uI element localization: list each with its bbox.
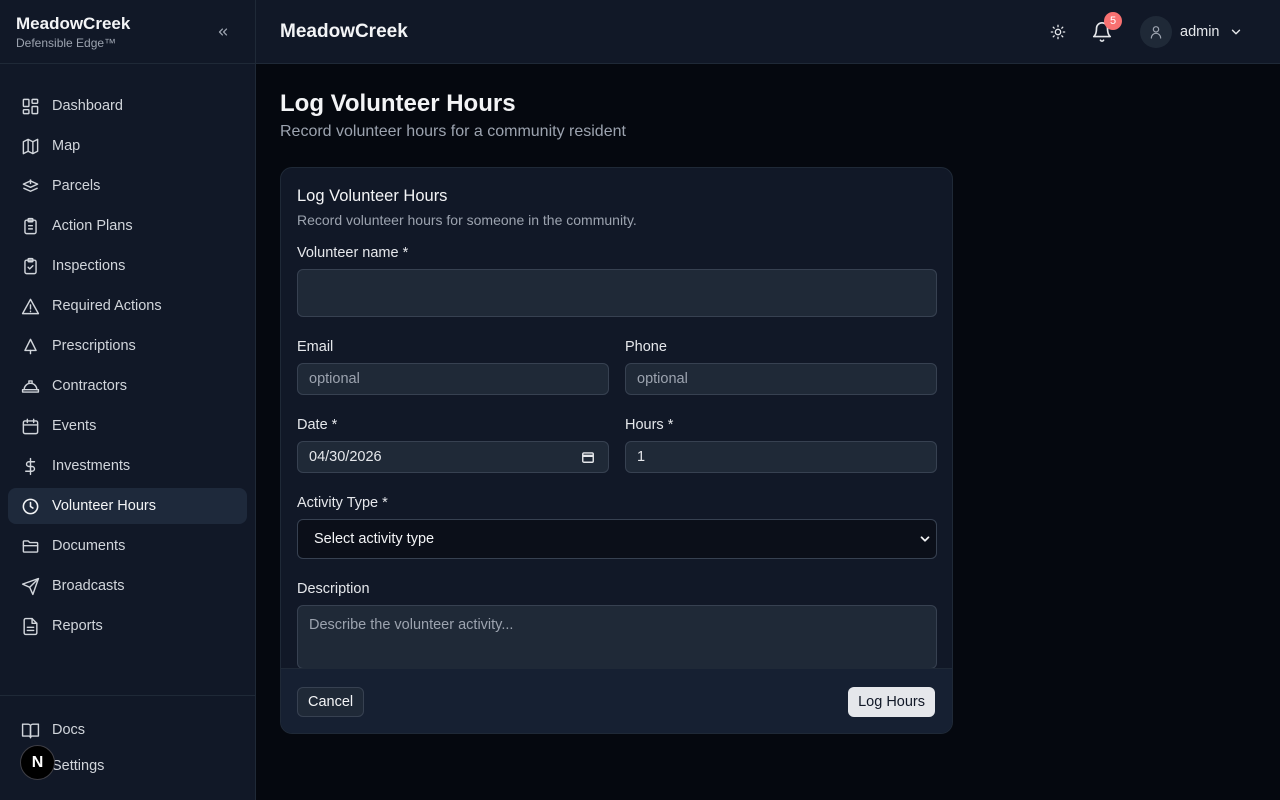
sun-icon [1050,24,1066,40]
calendar-icon [20,416,40,436]
sidebar-item-volunteer-hours[interactable]: Volunteer Hours [8,488,247,524]
send-icon [20,576,40,596]
description-label: Description [297,581,370,597]
chevrons-left-icon [218,28,228,36]
sidebar-item-label: Broadcasts [52,578,125,594]
top-header: MeadowCreek 5 admin [256,0,1280,64]
sidebar-item-parcels[interactable]: Parcels [8,168,247,204]
sidebar-item-inspections[interactable]: Inspections [8,248,247,284]
sidebar-item-reports[interactable]: Reports [8,608,247,644]
clock-icon [20,496,40,516]
sidebar: MeadowCreek Defensible Edge™ Dashboard M… [0,0,256,800]
activity-type-label: Activity Type * [297,495,388,511]
sidebar-item-label: Inspections [52,258,126,274]
card-subtitle: Record volunteer hours for someone in th… [297,212,637,228]
sidebar-item-label: Settings [52,758,105,774]
collapse-sidebar-button[interactable] [213,22,233,42]
sidebar-item-label: Required Actions [52,298,162,314]
sidebar-item-events[interactable]: Events [8,408,247,444]
sidebar-item-label: Contractors [52,378,127,394]
chevron-down-icon [920,536,930,542]
sidebar-item-label: Parcels [52,178,101,194]
parcels-icon [20,176,40,196]
brand: MeadowCreek Defensible Edge™ [0,0,255,64]
clipboard-check-icon [20,256,40,276]
brand-title: MeadowCreek [16,14,131,33]
clipboard-icon [20,216,40,236]
phone-label: Phone [625,339,667,355]
sidebar-item-label: Docs [52,722,86,738]
sidebar-item-documents[interactable]: Documents [8,528,247,564]
date-value: 04/30/2026 [309,449,382,465]
page-title: Log Volunteer Hours [280,90,516,117]
hours-input[interactable]: 1 [625,441,937,473]
sidebar-item-docs[interactable]: Docs [8,712,247,748]
dollar-icon [20,456,40,476]
user-name: admin [1180,24,1220,40]
map-icon [20,136,40,156]
date-input[interactable]: 04/30/2026 [297,441,609,473]
book-icon [20,720,40,740]
notification-count-badge: 5 [1104,12,1122,30]
volunteer-name-label: Volunteer name * [297,245,409,261]
volunteer-hours-form-card: Log Volunteer Hours Record volunteer hou… [280,167,953,734]
activity-type-select[interactable]: Select activity type [297,519,937,559]
sidebar-item-label: Events [52,418,97,434]
activity-type-value: Select activity type [314,531,435,547]
sidebar-item-label: Action Plans [52,218,133,234]
warning-icon [20,296,40,316]
phone-field[interactable]: optional [625,363,937,395]
hard-hat-icon [20,376,40,396]
tree-icon [20,336,40,356]
sidebar-item-broadcasts[interactable]: Broadcasts [8,568,247,604]
folder-icon [20,536,40,556]
dashboard-icon [20,96,40,116]
sidebar-item-label: Map [52,138,81,154]
sidebar-item-map[interactable]: Map [8,128,247,164]
cancel-button[interactable]: Cancel [297,687,365,717]
user-icon [1150,26,1162,39]
email-field[interactable]: optional [297,363,609,395]
card-title: Log Volunteer Hours [297,187,448,205]
sidebar-item-label: Reports [52,618,103,634]
sidebar-nav: Dashboard Map Parcels Action Plans Inspe… [0,64,255,644]
brand-subtitle: Defensible Edge™ [16,36,117,50]
form-footer: Cancel Log Hours [281,668,952,733]
sidebar-item-investments[interactable]: Investments [8,448,247,484]
date-label: Date * [297,417,338,433]
hours-label: Hours * [625,417,674,433]
user-menu[interactable]: admin [1140,16,1244,48]
sidebar-item-prescriptions[interactable]: Prescriptions [8,328,247,364]
sidebar-item-label: Dashboard [52,98,123,114]
volunteer-name-input[interactable] [297,269,937,317]
sidebar-item-label: Documents [52,538,126,554]
dev-tools-badge[interactable]: N [20,745,55,780]
sidebar-item-label: Prescriptions [52,338,136,354]
sidebar-item-dashboard[interactable]: Dashboard [8,88,247,124]
page-subtitle: Record volunteer hours for a community r… [280,123,626,140]
description-textarea[interactable]: Describe the volunteer activity... [297,605,937,669]
sidebar-item-required-actions[interactable]: Required Actions [8,288,247,324]
sidebar-item-label: Investments [52,458,131,474]
email-label: Email [297,339,334,355]
chevron-down-icon [1228,24,1244,40]
sidebar-item-label: Volunteer Hours [52,498,156,514]
avatar [1140,16,1172,48]
calendar-icon[interactable] [581,450,595,464]
header-title: MeadowCreek [280,21,408,42]
sidebar-item-contractors[interactable]: Contractors [8,368,247,404]
file-text-icon [20,616,40,636]
theme-toggle-button[interactable] [1048,22,1068,42]
log-hours-button[interactable]: Log Hours [848,687,935,717]
sidebar-item-action-plans[interactable]: Action Plans [8,208,247,244]
